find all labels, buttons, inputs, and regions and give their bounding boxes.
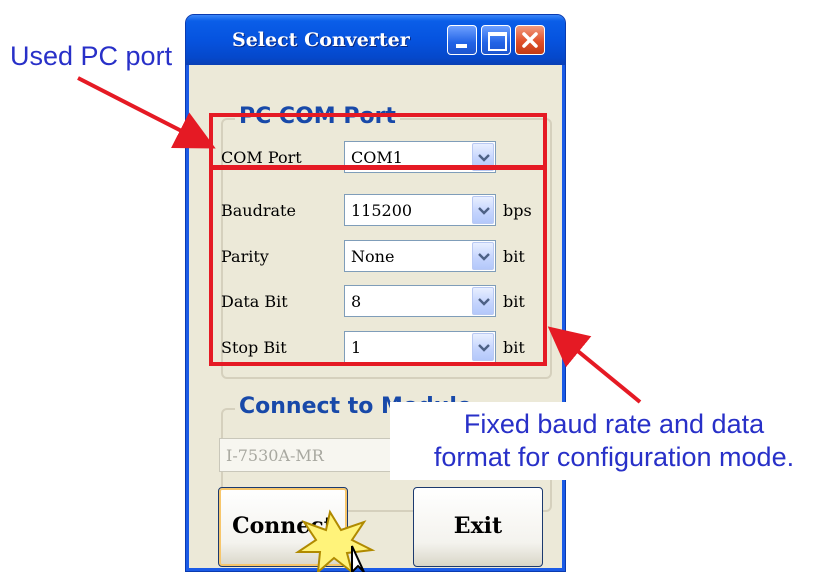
used-pc-port-arrow: [77, 76, 216, 149]
fixed-format-arrow: [547, 326, 642, 404]
annotation-overlay: [77, 76, 642, 572]
